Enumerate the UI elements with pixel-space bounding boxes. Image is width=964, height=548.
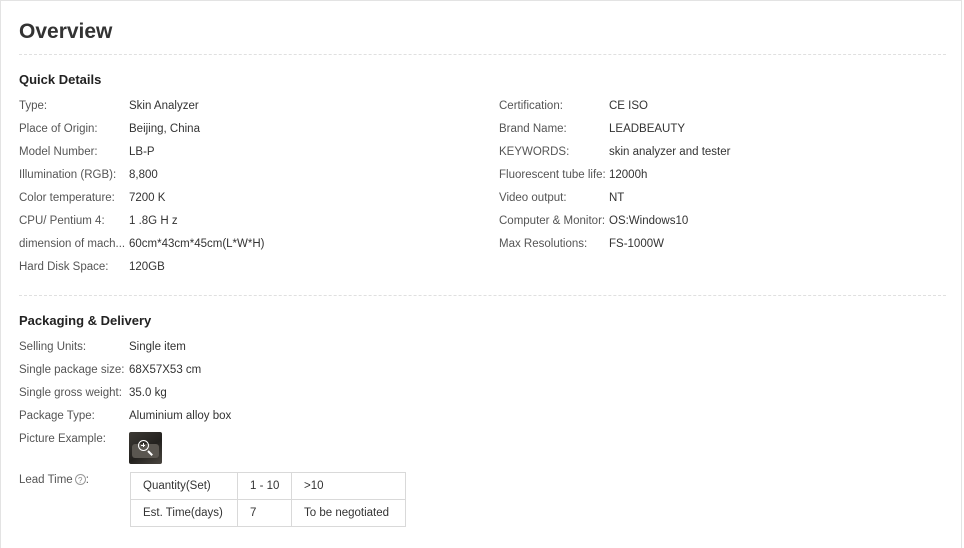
detail-value: 120GB bbox=[129, 261, 165, 273]
detail-value: CE ISO bbox=[609, 100, 648, 112]
detail-value: Skin Analyzer bbox=[129, 100, 199, 112]
table-row: Quantity(Set) 1 - 10 >10 bbox=[130, 472, 406, 500]
detail-label: Selling Units: bbox=[19, 341, 87, 353]
detail-value: 35.0 kg bbox=[129, 387, 167, 399]
detail-label: Max Resolutions: bbox=[499, 238, 588, 250]
help-icon[interactable]: ? bbox=[74, 474, 86, 486]
page-title: Overview bbox=[19, 20, 113, 43]
detail-value: 68X57X53 cm bbox=[129, 364, 202, 376]
picture-example-thumbnail[interactable] bbox=[129, 432, 162, 464]
table-cell: 1 - 10 bbox=[237, 472, 292, 500]
detail-value: 8,800 bbox=[129, 169, 158, 181]
detail-label: Illumination (RGB): bbox=[19, 169, 117, 181]
table-cell: 7 bbox=[237, 499, 292, 527]
detail-value: 7200 K bbox=[129, 192, 166, 204]
detail-label: Single gross weight: bbox=[19, 387, 122, 399]
detail-label: dimension of mach... bbox=[19, 238, 126, 250]
detail-value: Beijing, China bbox=[129, 123, 200, 135]
detail-label: CPU/ Pentium 4: bbox=[19, 215, 105, 227]
detail-value: Aluminium alloy box bbox=[129, 410, 232, 422]
detail-label: Fluorescent tube life: bbox=[499, 169, 606, 181]
detail-value: 60cm*43cm*45cm(L*W*H) bbox=[129, 238, 265, 250]
lead-time-label: Lead Time bbox=[19, 474, 73, 486]
table-cell: Quantity(Set) bbox=[130, 472, 238, 500]
lead-time-table: Quantity(Set) 1 - 10 >10 Est. Time(days)… bbox=[130, 472, 406, 527]
detail-label: Brand Name: bbox=[499, 123, 567, 135]
detail-label: Place of Origin: bbox=[19, 123, 98, 135]
packaging-heading: Packaging & Delivery bbox=[19, 313, 152, 328]
lead-time-colon: : bbox=[85, 474, 89, 486]
section-divider bbox=[19, 295, 946, 296]
detail-value: LB-P bbox=[129, 146, 155, 158]
table-row: Est. Time(days) 7 To be negotiated bbox=[130, 499, 406, 527]
detail-value: FS-1000W bbox=[609, 238, 664, 250]
detail-value: NT bbox=[609, 192, 625, 204]
table-cell: Est. Time(days) bbox=[130, 499, 238, 527]
detail-value: 1 .8G H z bbox=[129, 215, 178, 227]
quick-details-heading: Quick Details bbox=[19, 72, 102, 87]
detail-label: Color temperature: bbox=[19, 192, 115, 204]
lead-time-row: Lead Time?: bbox=[19, 472, 89, 488]
detail-label: Certification: bbox=[499, 100, 563, 112]
table-cell: To be negotiated bbox=[291, 499, 406, 527]
detail-label: Computer & Monitor: bbox=[499, 215, 606, 227]
zoom-in-icon bbox=[138, 440, 149, 451]
detail-label: Hard Disk Space: bbox=[19, 261, 109, 273]
detail-label: Single package size: bbox=[19, 364, 125, 376]
detail-value: Single item bbox=[129, 341, 186, 353]
table-cell: >10 bbox=[291, 472, 406, 500]
detail-label: Type: bbox=[19, 100, 48, 112]
detail-value: LEADBEAUTY bbox=[609, 123, 686, 135]
detail-label: KEYWORDS: bbox=[499, 146, 570, 158]
detail-value: OS:Windows10 bbox=[609, 215, 689, 227]
detail-label: Video output: bbox=[499, 192, 567, 204]
picture-example-label: Picture Example: bbox=[19, 433, 106, 445]
detail-value: 12000h bbox=[609, 169, 648, 181]
detail-value: skin analyzer and tester bbox=[609, 146, 731, 158]
detail-label: Model Number: bbox=[19, 146, 98, 158]
detail-label: Package Type: bbox=[19, 410, 95, 422]
title-divider bbox=[19, 54, 946, 55]
